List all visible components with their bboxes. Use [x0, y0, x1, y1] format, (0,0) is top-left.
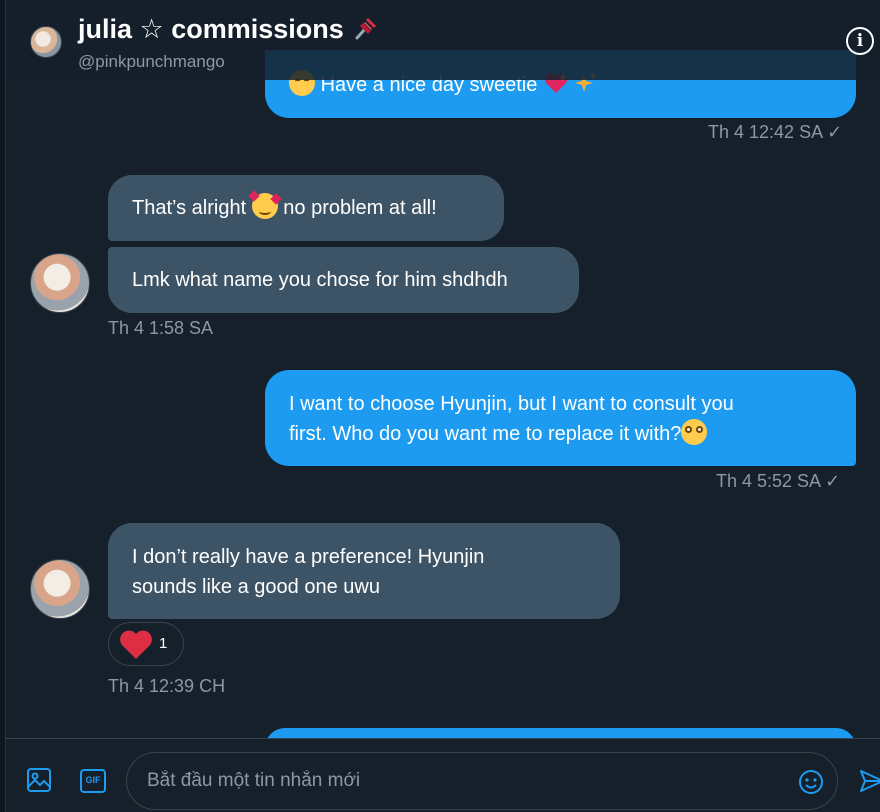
message-text: Lmk what name you chose for him shdhdh — [132, 269, 508, 291]
info-icon[interactable]: i — [846, 27, 874, 55]
message-text-line: I want to choose Hyunjin, but I want to … — [289, 393, 734, 415]
message-bubble-outgoing[interactable]: I want to choose Hyunjin, but I want to … — [265, 370, 856, 466]
message-input[interactable] — [126, 752, 838, 810]
conversation-handle: @pinkpunchmango — [78, 52, 225, 71]
message-timestamp: Th 4 12:39 CH — [108, 676, 226, 696]
reaction-count: 1 — [159, 635, 168, 652]
smiling-face-with-hearts-emoji-icon — [248, 190, 282, 219]
image-icon[interactable] — [26, 767, 52, 793]
message-text-line: sounds like a good one uwu — [132, 576, 380, 598]
send-icon[interactable] — [858, 767, 880, 795]
header-avatar[interactable] — [30, 26, 62, 58]
sender-avatar[interactable] — [30, 559, 90, 619]
gif-icon[interactable]: GIF — [80, 769, 106, 793]
message-timestamp: Th 4 5:52 SA ✓ — [716, 471, 841, 491]
message-text-line: I don’t really have a preference! Hyunji… — [132, 546, 485, 568]
conversation-title[interactable]: julia ☆ commissions — [78, 14, 380, 45]
pushpin-icon — [355, 18, 376, 40]
sent-check-icon: ✓ — [825, 471, 841, 491]
message-timestamp: Th 4 1:58 SA — [108, 318, 214, 338]
message-bubble-incoming[interactable]: Lmk what name you chose for him shdhdh — [108, 247, 579, 313]
message-composer: GIF — [6, 738, 880, 812]
emoji-picker-icon[interactable] — [798, 769, 824, 795]
sender-avatar[interactable] — [30, 253, 90, 313]
reaction-badge[interactable]: 1 — [108, 622, 184, 666]
message-text: That’s alright — [132, 197, 247, 219]
conversation-header: julia ☆ commissions @pinkpunchmango i — [6, 0, 880, 80]
sent-check-icon: ✓ — [827, 122, 843, 142]
left-sidebar-edge — [0, 0, 6, 812]
message-bubble-incoming[interactable]: I don’t really have a preference! Hyunji… — [108, 523, 620, 619]
message-bubble-incoming[interactable]: That’s alright no problem at all! — [108, 175, 504, 241]
pleading-face-emoji-icon — [681, 419, 708, 445]
message-timestamp: Th 4 12:42 SA ✓ — [708, 122, 843, 142]
message-text-line: first. Who do you want me to replace it … — [289, 423, 682, 445]
message-text: no problem at all! — [283, 197, 437, 219]
heart-reaction-icon — [120, 630, 152, 659]
